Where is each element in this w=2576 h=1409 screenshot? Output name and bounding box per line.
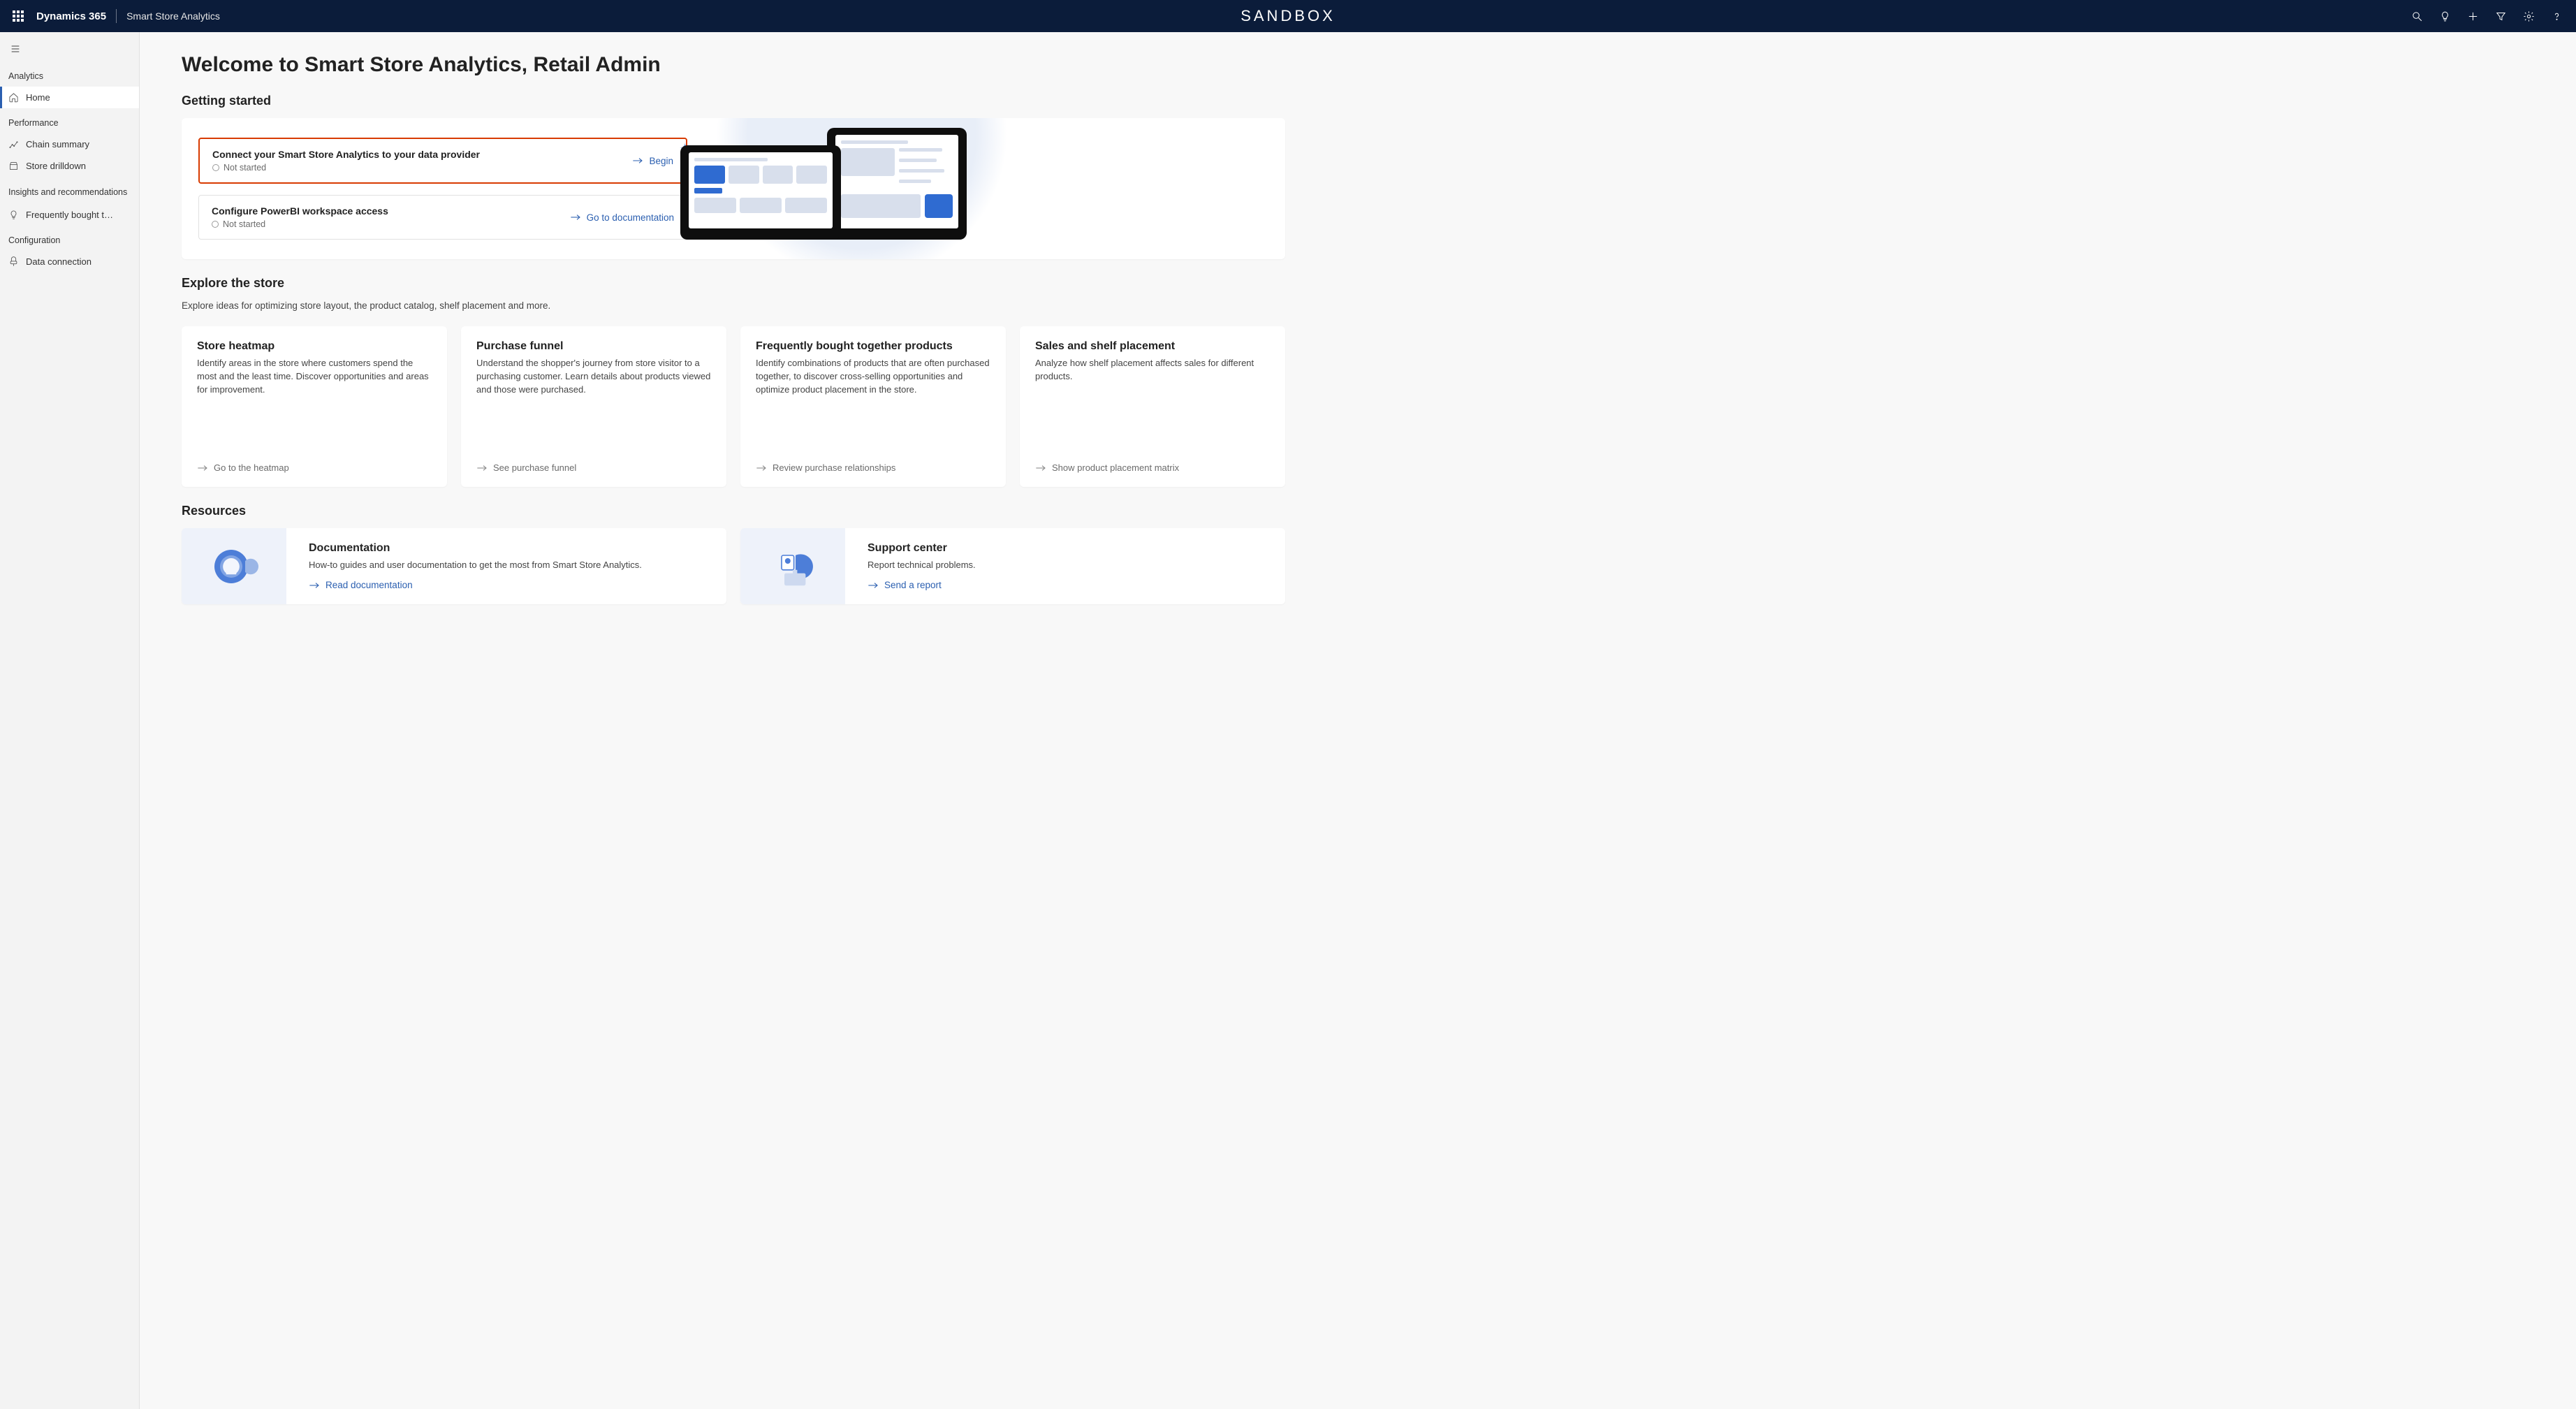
resource-cta[interactable]: Read documentation: [309, 580, 711, 590]
resource-documentation[interactable]: Documentation How-to guides and user doc…: [182, 528, 726, 604]
resource-cta[interactable]: Send a report: [868, 580, 1270, 590]
resource-cards: Documentation How-to guides and user doc…: [182, 528, 1285, 604]
resource-title: Documentation: [309, 542, 711, 555]
app-name: Smart Store Analytics: [126, 10, 220, 22]
store-icon: [8, 161, 19, 171]
settings-icon[interactable]: [2516, 3, 2541, 29]
card-title: Store heatmap: [197, 340, 432, 353]
main-content: Welcome to Smart Store Analytics, Retail…: [140, 32, 1327, 1409]
global-header: Dynamics 365 Smart Store Analytics SANDB…: [0, 0, 2576, 32]
card-title: Frequently bought together products: [756, 340, 990, 353]
arrow-right-icon: [197, 465, 208, 472]
sidebar-item-label: Store drilldown: [26, 161, 86, 171]
sidebar: Analytics Home Performance Chain summary…: [0, 32, 140, 1409]
arrow-right-icon: [868, 582, 879, 589]
task-configure-powerbi[interactable]: Configure PowerBI workspace access Not s…: [198, 195, 687, 240]
arrow-right-icon: [309, 582, 320, 589]
chart-icon: [8, 139, 19, 149]
status-indicator-icon: [212, 221, 219, 228]
resource-desc: How-to guides and user documentation to …: [309, 559, 711, 571]
card-desc: Identify combinations of products that a…: [756, 357, 990, 397]
sidebar-item-label: Frequently bought t…: [26, 210, 113, 220]
support-illustration: [740, 528, 845, 604]
explore-subtitle: Explore ideas for optimizing store layou…: [182, 300, 1285, 311]
page-title: Welcome to Smart Store Analytics, Retail…: [182, 53, 1285, 77]
plug-icon: [8, 256, 19, 267]
card-sales-shelf[interactable]: Sales and shelf placement Analyze how sh…: [1020, 326, 1285, 487]
arrow-right-icon: [756, 465, 767, 472]
sidebar-section-analytics: Analytics: [0, 61, 139, 87]
resource-title: Support center: [868, 542, 1270, 555]
arrow-right-icon: [476, 465, 488, 472]
getting-started-illustration: ✦: [687, 138, 981, 240]
bulb-icon: [8, 210, 19, 220]
sidebar-item-frequently-bought[interactable]: Frequently bought t…: [0, 204, 139, 226]
sidebar-section-configuration: Configuration: [0, 226, 139, 251]
card-cta[interactable]: Go to the heatmap: [197, 453, 432, 473]
sidebar-item-label: Data connection: [26, 256, 92, 267]
sidebar-toggle-icon[interactable]: [3, 36, 28, 61]
arrow-right-icon: [632, 156, 643, 165]
card-cta[interactable]: See purchase funnel: [476, 453, 711, 473]
task-title: Connect your Smart Store Analytics to yo…: [212, 149, 480, 160]
add-icon[interactable]: [2460, 3, 2485, 29]
sidebar-item-home[interactable]: Home: [0, 87, 139, 108]
idea-icon[interactable]: [2432, 3, 2457, 29]
documentation-illustration: [182, 528, 286, 604]
card-desc: Understand the shopper's journey from st…: [476, 357, 711, 397]
card-cta[interactable]: Review purchase relationships: [756, 453, 990, 473]
help-icon[interactable]: [2544, 3, 2569, 29]
card-purchase-funnel[interactable]: Purchase funnel Understand the shopper's…: [461, 326, 726, 487]
search-icon[interactable]: [2404, 3, 2429, 29]
home-icon: [8, 92, 19, 103]
card-title: Purchase funnel: [476, 340, 711, 353]
resource-support[interactable]: Support center Report technical problems…: [740, 528, 1285, 604]
card-desc: Analyze how shelf placement affects sale…: [1035, 357, 1270, 384]
status-indicator-icon: [212, 164, 219, 171]
sidebar-item-store-drilldown[interactable]: Store drilldown: [0, 155, 139, 177]
arrow-right-icon: [570, 213, 581, 221]
sidebar-item-data-connection[interactable]: Data connection: [0, 251, 139, 272]
device-mockup-front: [680, 145, 841, 240]
resource-desc: Report technical problems.: [868, 559, 1270, 571]
arrow-right-icon: [1035, 465, 1046, 472]
task-title: Configure PowerBI workspace access: [212, 205, 388, 217]
app-launcher-icon[interactable]: [7, 5, 29, 27]
getting-started-panel: Connect your Smart Store Analytics to yo…: [182, 118, 1285, 259]
sidebar-item-label: Chain summary: [26, 139, 89, 149]
card-store-heatmap[interactable]: Store heatmap Identify areas in the stor…: [182, 326, 447, 487]
card-frequently-bought[interactable]: Frequently bought together products Iden…: [740, 326, 1006, 487]
task-action-begin[interactable]: Begin: [632, 156, 673, 166]
task-status: Not started: [212, 219, 388, 229]
device-mockup-back: [827, 128, 967, 240]
filter-icon[interactable]: [2488, 3, 2513, 29]
getting-started-heading: Getting started: [182, 94, 1285, 108]
card-desc: Identify areas in the store where custom…: [197, 357, 432, 397]
sidebar-item-chain-summary[interactable]: Chain summary: [0, 133, 139, 155]
resources-heading: Resources: [182, 504, 1285, 518]
sidebar-section-insights: Insights and recommendations: [0, 177, 139, 204]
brand-divider: [116, 9, 117, 23]
card-title: Sales and shelf placement: [1035, 340, 1270, 353]
brand-name: Dynamics 365: [36, 10, 106, 22]
sidebar-item-label: Home: [26, 92, 50, 103]
card-cta[interactable]: Show product placement matrix: [1035, 453, 1270, 473]
environment-label: SANDBOX: [1241, 7, 1335, 25]
explore-heading: Explore the store: [182, 276, 1285, 291]
task-connect-provider[interactable]: Connect your Smart Store Analytics to yo…: [198, 138, 687, 184]
task-action-docs[interactable]: Go to documentation: [570, 212, 674, 223]
explore-cards: Store heatmap Identify areas in the stor…: [182, 326, 1285, 487]
sidebar-section-performance: Performance: [0, 108, 139, 133]
task-status: Not started: [212, 163, 480, 173]
